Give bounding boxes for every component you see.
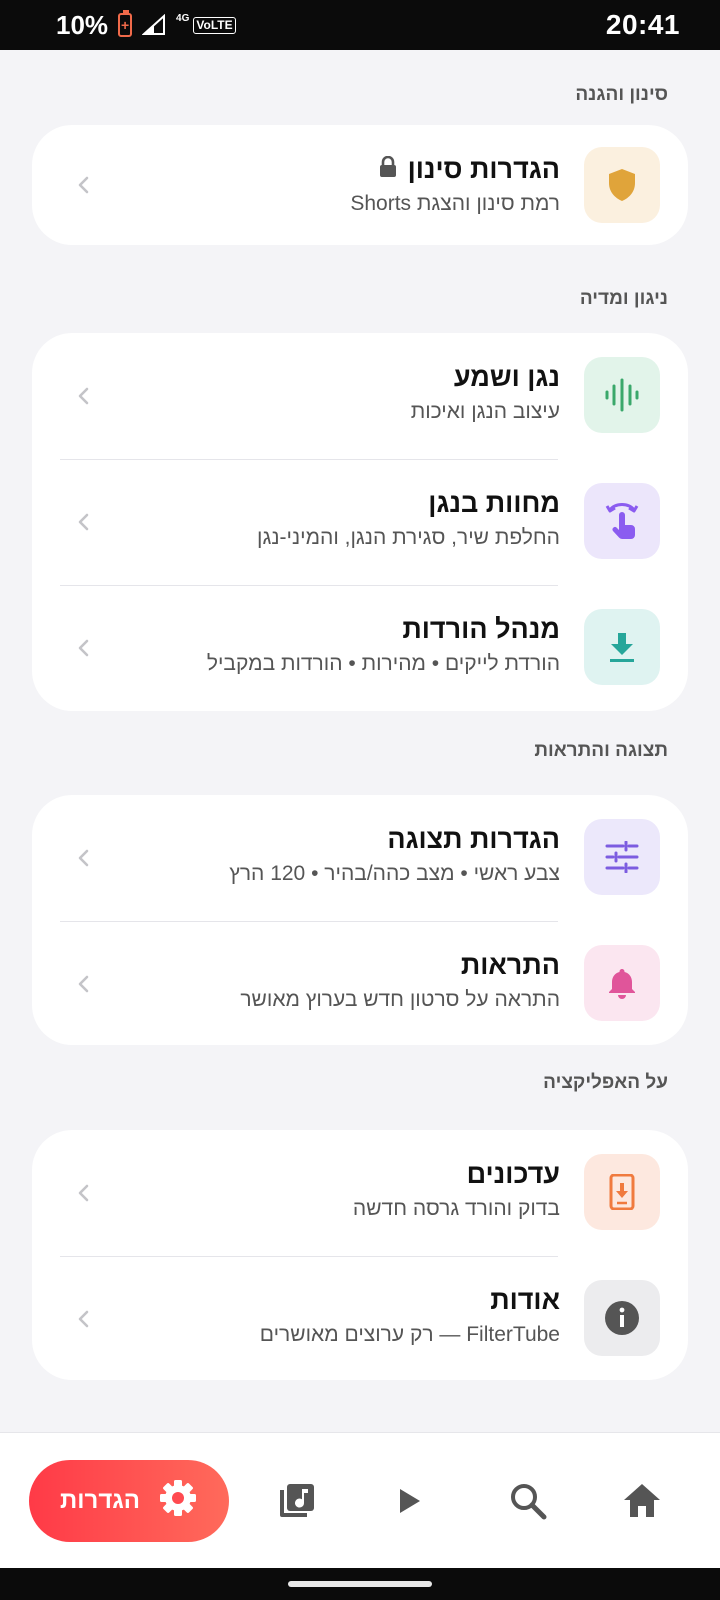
gesture-icon bbox=[584, 483, 660, 559]
card-filter: הגדרות סינון רמת סינון והצגת Shorts bbox=[32, 125, 688, 245]
phone-update-icon bbox=[584, 1154, 660, 1230]
download-icon bbox=[584, 609, 660, 685]
row-title: הגדרות תצוגה bbox=[387, 824, 560, 854]
search-icon bbox=[511, 1484, 547, 1520]
row-download-manager[interactable]: מנהל הורדות הורדת לייקים • מהירות • הורד… bbox=[32, 585, 688, 711]
chevron-left-icon bbox=[78, 849, 89, 867]
chevron-left-icon bbox=[78, 513, 89, 531]
row-title: הגדרות סינון bbox=[407, 154, 560, 184]
section-header-about: על האפליקציה bbox=[543, 1072, 668, 1093]
nav-home-button[interactable] bbox=[618, 1477, 666, 1525]
section-header-playback: ניגון ומדיה bbox=[579, 288, 668, 309]
chevron-left-icon bbox=[78, 1310, 89, 1328]
volte-badge: VoLTE bbox=[193, 16, 236, 34]
card-playback: נגן ושמע עיצוב הנגן ואיכות מחוות בנגן הח… bbox=[32, 333, 688, 711]
gear-icon bbox=[158, 1478, 198, 1525]
info-icon bbox=[584, 1280, 660, 1356]
row-player-gestures[interactable]: מחוות בנגן החלפת שיר, סגירת הנגן, והמיני… bbox=[32, 459, 688, 585]
home-icon bbox=[624, 1484, 660, 1517]
row-title: נגן ושמע bbox=[453, 362, 560, 392]
audio-wave-icon bbox=[584, 357, 660, 433]
music-library-icon bbox=[280, 1484, 314, 1517]
row-display-settings[interactable]: הגדרות תצוגה צבע ראשי • מצב כהה/בהיר • 1… bbox=[32, 795, 688, 921]
nav-settings-label: הגדרות bbox=[60, 1487, 140, 1514]
row-subtitle: התראה על סרטון חדש בערוץ מאושר bbox=[240, 988, 560, 1011]
chevron-left-icon bbox=[78, 387, 89, 405]
row-filter-settings[interactable]: הגדרות סינון רמת סינון והצגת Shorts bbox=[32, 125, 688, 245]
row-title: מחוות בנגן bbox=[428, 488, 560, 518]
row-player-audio[interactable]: נגן ושמע עיצוב הנגן ואיכות bbox=[32, 333, 688, 459]
row-title: מנהל הורדות bbox=[402, 614, 560, 644]
row-subtitle: צבע ראשי • מצב כהה/בהיר • 120 הרץ bbox=[229, 862, 560, 885]
nav-play-button[interactable] bbox=[384, 1477, 432, 1525]
network-type: 4G bbox=[176, 12, 190, 24]
row-subtitle: בדוק והורד גרסה חדשה bbox=[352, 1197, 560, 1220]
row-title: עדכונים bbox=[466, 1159, 560, 1189]
card-display: הגדרות תצוגה צבע ראשי • מצב כהה/בהיר • 1… bbox=[32, 795, 688, 1045]
section-header-display: תצוגה והתראות bbox=[534, 740, 668, 761]
battery-percent: 10% bbox=[56, 9, 109, 40]
section-header-filter: סינון והגנה bbox=[575, 84, 668, 105]
row-updates[interactable]: עדכונים בדוק והורד גרסה חדשה bbox=[32, 1130, 688, 1256]
chevron-left-icon bbox=[78, 975, 89, 993]
clock: 20:41 bbox=[605, 9, 680, 40]
chevron-left-icon bbox=[78, 176, 89, 194]
row-notifications[interactable]: התראות התראה על סרטון חדש בערוץ מאושר bbox=[32, 921, 688, 1047]
row-subtitle: הורדת לייקים • מהירות • הורדות במקביל bbox=[206, 652, 560, 675]
nav-settings-button[interactable]: הגדרות bbox=[29, 1460, 229, 1542]
sliders-icon bbox=[584, 819, 660, 895]
row-subtitle: עיצוב הנגן ואיכות bbox=[410, 400, 560, 423]
settings-content[interactable]: סינון והגנה הגדרות סינון רמת סינון והצגת… bbox=[0, 50, 720, 1432]
battery-icon bbox=[118, 10, 133, 37]
signal-icon bbox=[142, 14, 166, 36]
bottom-nav: הגדרות bbox=[0, 1432, 720, 1568]
row-title: התראות bbox=[460, 950, 560, 980]
play-icon bbox=[400, 1489, 420, 1513]
nav-search-button[interactable] bbox=[504, 1477, 552, 1525]
status-left: 10% 4G VoLTE bbox=[56, 10, 236, 41]
nav-library-button[interactable] bbox=[272, 1477, 320, 1525]
row-about[interactable]: אודות FilterTube — רק ערוצים מאושרים bbox=[32, 1256, 688, 1382]
home-gesture-handle[interactable] bbox=[288, 1581, 432, 1587]
row-subtitle: רמת סינון והצגת Shorts bbox=[350, 192, 560, 215]
row-subtitle: החלפת שיר, סגירת הנגן, והמיני-נגן bbox=[257, 526, 560, 549]
lock-icon bbox=[378, 151, 398, 187]
chevron-left-icon bbox=[78, 1184, 89, 1202]
gesture-bar bbox=[0, 1568, 720, 1600]
row-subtitle: FilterTube — רק ערוצים מאושרים bbox=[259, 1323, 560, 1346]
chevron-left-icon bbox=[78, 639, 89, 657]
card-about: עדכונים בדוק והורד גרסה חדשה אודות Filte… bbox=[32, 1130, 688, 1380]
status-bar: 10% 4G VoLTE 20:41 bbox=[0, 0, 720, 50]
shield-icon bbox=[584, 147, 660, 223]
bell-icon bbox=[584, 945, 660, 1021]
row-title: אודות bbox=[490, 1285, 560, 1315]
